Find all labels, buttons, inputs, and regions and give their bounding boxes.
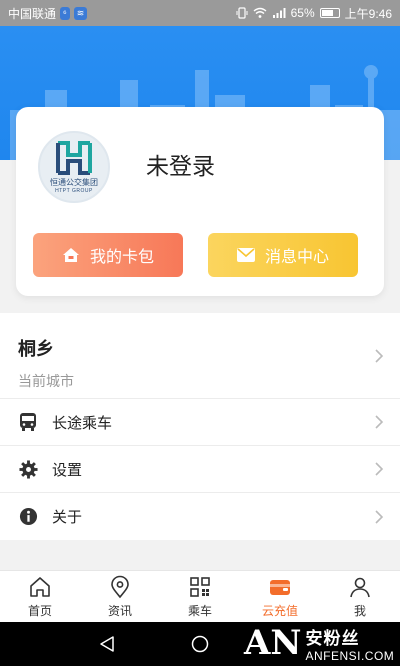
tab-news[interactable]: 资讯: [80, 571, 160, 622]
bottom-tab-bar: 首页 资讯 乘车 云充值 我: [0, 570, 400, 622]
watermark: AN 安粉丝 ANFENSI.COM: [244, 620, 394, 666]
tab-me[interactable]: 我: [320, 571, 400, 622]
city-name: 桐乡: [18, 339, 54, 359]
profile-card: 恒通公交集团 HTPT GROUP 未登录 我的卡包 消息中心: [16, 107, 384, 296]
home-circle-icon[interactable]: [191, 635, 209, 653]
chevron-right-icon: [375, 462, 384, 476]
menu-item-about[interactable]: 关于: [0, 493, 400, 540]
chevron-right-icon: [375, 415, 384, 429]
tab-home[interactable]: 首页: [0, 571, 80, 622]
menu-item-long-distance[interactable]: 长途乘车: [0, 399, 400, 446]
watermark-en: ANFENSI.COM: [305, 648, 395, 663]
chevron-right-icon: [375, 509, 384, 524]
battery-percent: 65%: [290, 6, 315, 20]
company-logo: 恒通公交集团 HTPT GROUP: [38, 131, 110, 203]
logo-brand-text: 恒通公交集团: [50, 177, 98, 187]
clock: 上午9:46: [344, 6, 392, 21]
user-icon: [350, 577, 370, 597]
battery-icon: [319, 8, 340, 18]
tab-ride[interactable]: 乘车: [160, 571, 240, 622]
message-center-button[interactable]: 消息中心: [208, 233, 358, 277]
menu-item-label: 关于: [52, 509, 83, 526]
city-row[interactable]: 桐乡 当前城市: [0, 313, 400, 399]
tab-label: 资讯: [107, 603, 132, 618]
settings-list: 桐乡 当前城市 长途乘车 设置 关于: [0, 313, 400, 540]
gear-icon: [18, 459, 38, 479]
wifi-icon: [253, 7, 267, 18]
home-icon: [30, 576, 50, 597]
carrier-label: 中国联通: [8, 6, 57, 21]
status-bar: 中国联通 ⁶ ≋ 65% 上午9:46: [0, 0, 400, 26]
bus-icon: [18, 412, 38, 432]
location-icon: [111, 575, 129, 598]
tab-label: 首页: [27, 603, 52, 618]
home-card-icon: [62, 248, 79, 262]
hd-badge: ⁶: [60, 6, 70, 20]
back-icon[interactable]: [98, 635, 116, 653]
qr-icon: [190, 576, 210, 597]
watermark-cn: 安粉丝: [305, 628, 360, 648]
signal-badge: ≋: [73, 6, 88, 20]
login-status[interactable]: 未登录: [146, 147, 215, 181]
tab-label: 云充值: [261, 603, 298, 618]
watermark-logo: AN: [244, 623, 302, 663]
tab-cloud-topup[interactable]: 云充值: [240, 571, 320, 622]
chevron-right-icon: [375, 348, 384, 363]
info-icon: [18, 507, 38, 527]
city-subtitle: 当前城市: [18, 373, 74, 389]
wallet-button-label: 我的卡包: [89, 249, 154, 266]
message-button-label: 消息中心: [264, 249, 329, 266]
vibrate-icon: [236, 7, 248, 19]
logo-brand-en: HTPT GROUP: [55, 187, 93, 194]
wallet-icon: [270, 579, 290, 595]
menu-item-settings[interactable]: 设置: [0, 446, 400, 493]
cell-signal-icon: [272, 8, 286, 18]
menu-item-label: 设置: [52, 461, 83, 479]
envelope-icon: [236, 248, 255, 262]
menu-item-label: 长途乘车: [52, 414, 113, 432]
tab-label: 乘车: [187, 603, 212, 618]
tab-label: 我: [353, 603, 366, 618]
my-wallet-button[interactable]: 我的卡包: [33, 233, 183, 277]
htpt-logo-icon: [56, 140, 92, 175]
